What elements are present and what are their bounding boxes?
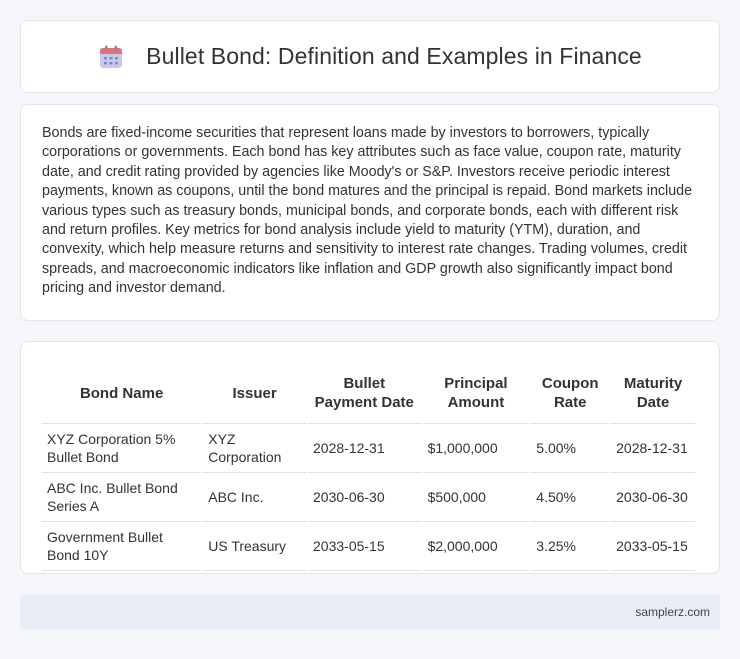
cell-bullet-payment-date: 2030-06-30 [308,473,421,522]
footer-site-link[interactable]: samplerz.com [635,605,710,619]
cell-coupon-rate: 4.50% [531,473,610,522]
intro-paragraph: Bonds are fixed-income securities that r… [42,125,693,297]
cell-bond-name: ABC Inc. Bullet Bond Series A [42,473,202,522]
cell-issuer: US Treasury [203,522,307,571]
cell-issuer: XYZ Corporation [203,424,307,473]
cell-coupon-rate: 3.25% [531,522,610,571]
table-row: XYZ Corporation 5% Bullet Bond XYZ Corpo… [42,424,695,473]
bond-table: Bond Name Issuer Bullet Payment Date Pri… [40,361,697,571]
table-card: Bond Name Issuer Bullet Payment Date Pri… [20,341,720,574]
cell-bond-name: Government Bullet Bond 10Y [42,522,202,571]
column-header-issuer: Issuer [203,361,307,424]
header: Bullet Bond: Definition and Examples in … [98,43,642,70]
cell-issuer: ABC Inc. [203,473,307,522]
cell-bond-name: XYZ Corporation 5% Bullet Bond [42,424,202,473]
cell-bullet-payment-date: 2033-05-15 [308,522,421,571]
column-header-coupon-rate: Coupon Rate [531,361,610,424]
cell-principal-amount: $1,000,000 [422,424,530,473]
page-title: Bullet Bond: Definition and Examples in … [146,43,642,69]
column-header-bullet-payment-date: Bullet Payment Date [308,361,421,424]
cell-maturity-date: 2030-06-30 [611,473,695,522]
column-header-bond-name: Bond Name [42,361,202,424]
cell-maturity-date: 2033-05-15 [611,522,695,571]
table-header-row: Bond Name Issuer Bullet Payment Date Pri… [42,361,695,424]
cell-principal-amount: $2,000,000 [422,522,530,571]
table-row: Government Bullet Bond 10Y US Treasury 2… [42,522,695,571]
cell-principal-amount: $500,000 [422,473,530,522]
calendar-icon [98,44,124,70]
cell-maturity-date: 2028-12-31 [611,424,695,473]
intro-card: Bonds are fixed-income securities that r… [20,104,720,321]
cell-bullet-payment-date: 2028-12-31 [308,424,421,473]
cell-coupon-rate: 5.00% [531,424,610,473]
column-header-maturity-date: Maturity Date [611,361,695,424]
table-row: ABC Inc. Bullet Bond Series A ABC Inc. 2… [42,473,695,522]
footer: samplerz.com [20,595,720,629]
column-header-principal-amount: Principal Amount [422,361,530,424]
header-card: Bullet Bond: Definition and Examples in … [20,20,720,93]
